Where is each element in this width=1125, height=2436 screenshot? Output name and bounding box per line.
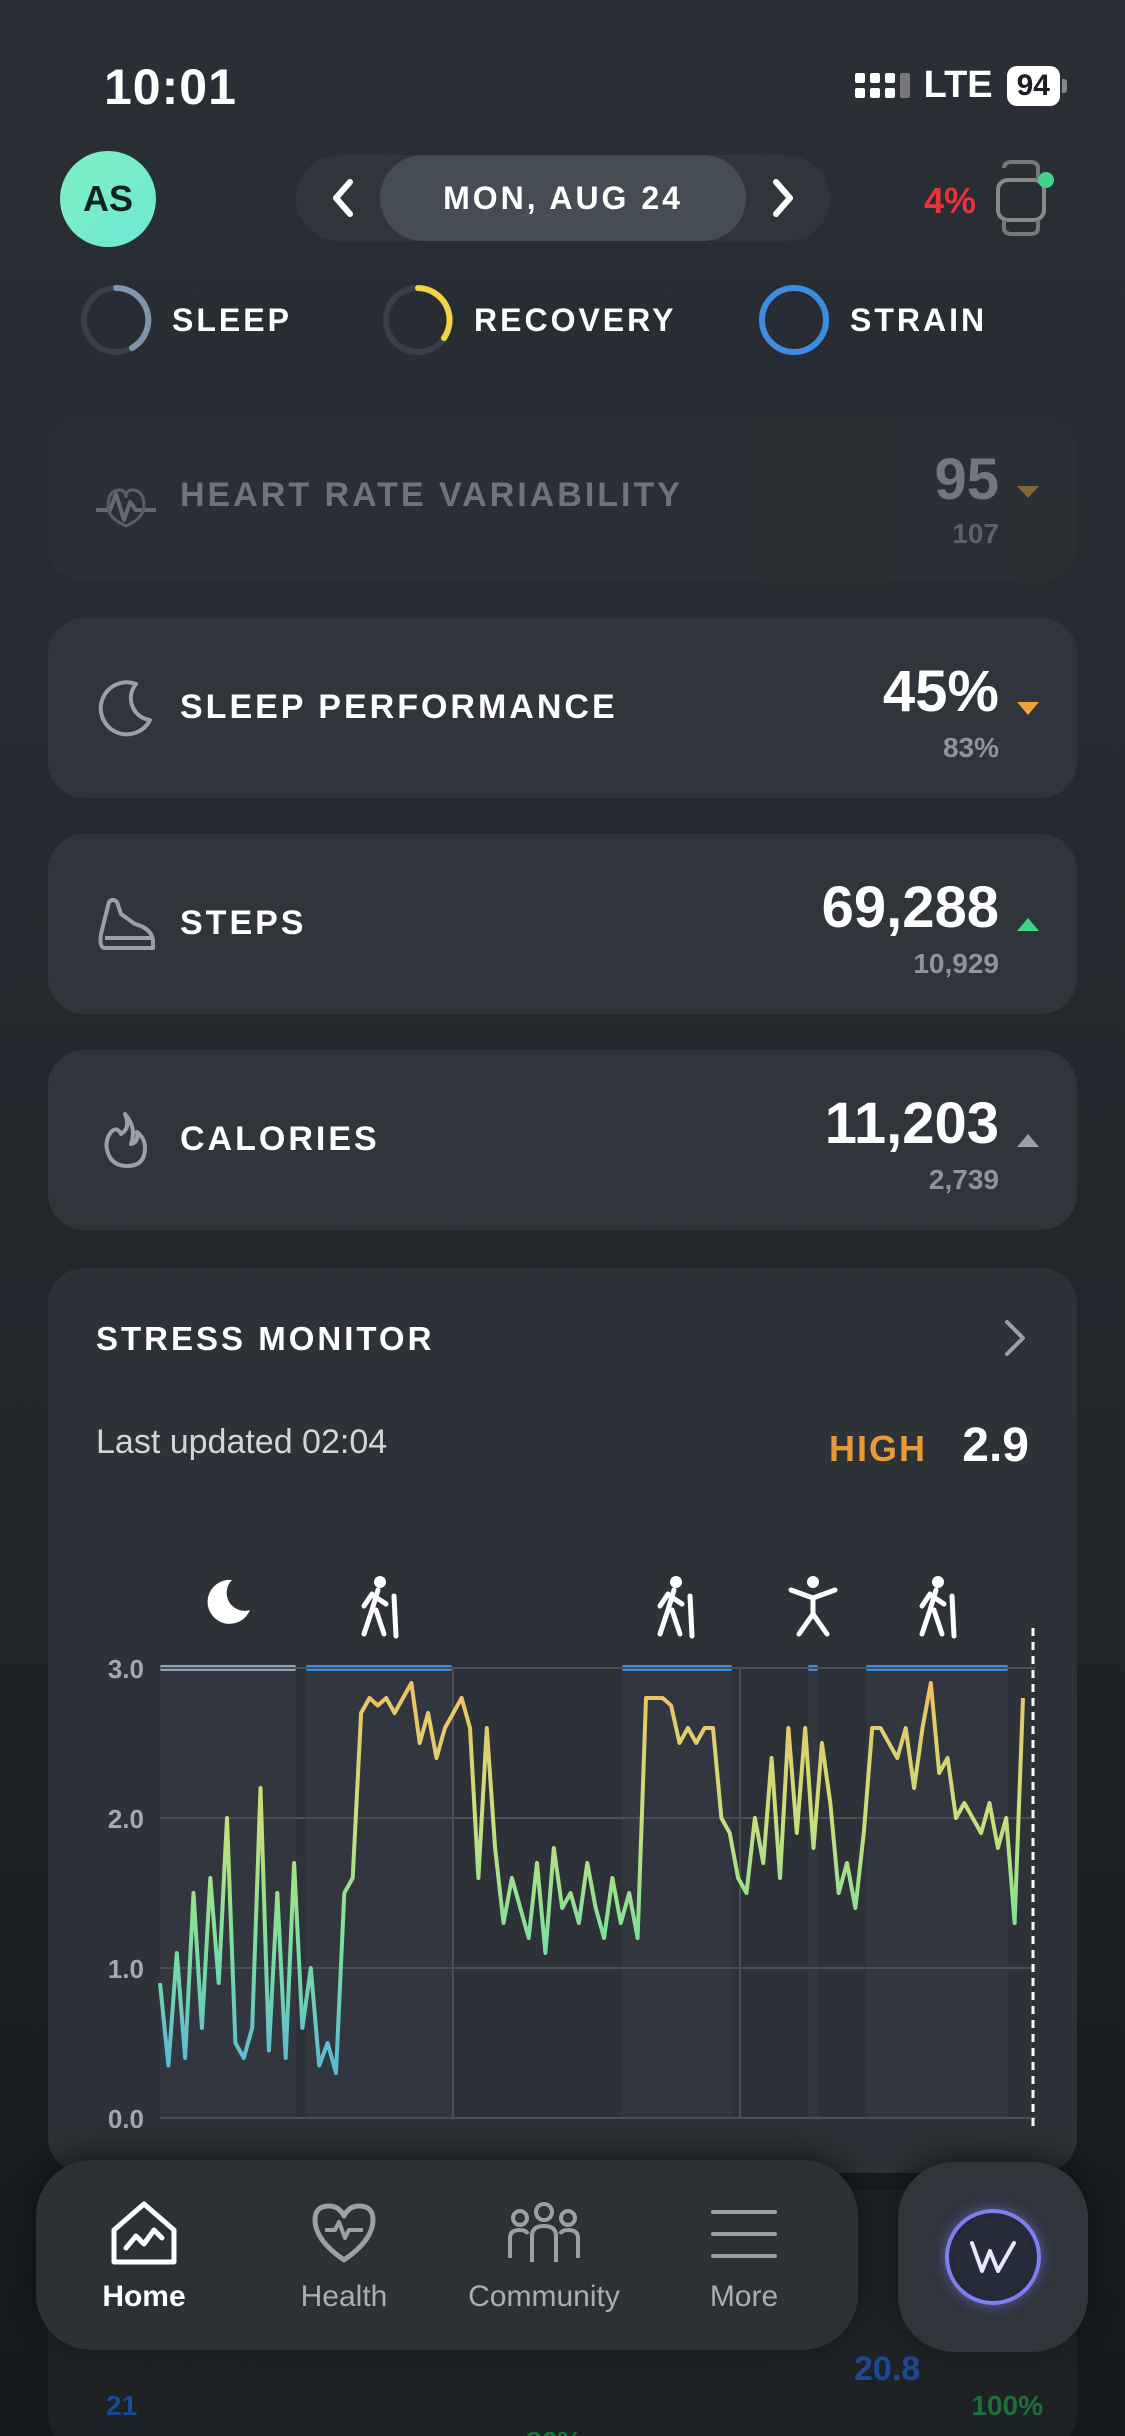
metric-value: 45% bbox=[882, 659, 999, 724]
score-tabs: SLEEP RECOVERY STRAIN bbox=[80, 284, 1040, 356]
nav-label: Home bbox=[102, 2280, 186, 2313]
bottom-nav: Home Health Community More bbox=[36, 2160, 858, 2350]
current-date[interactable]: MON, AUG 24 bbox=[380, 155, 746, 241]
nav-more[interactable]: More bbox=[654, 2200, 834, 2314]
stress-score: 2.9 bbox=[962, 1419, 1029, 1472]
tab-label: SLEEP bbox=[172, 301, 292, 338]
sleep-ring-icon bbox=[81, 284, 152, 355]
hiking-icon bbox=[361, 1576, 399, 1639]
stress-updated: Last updated 02:04 bbox=[96, 1423, 388, 1461]
metric-card-calories[interactable]: CALORIES 11,203 2,739 bbox=[48, 1050, 1077, 1230]
stress-title: STRESS MONITOR bbox=[96, 1320, 435, 1357]
community-icon bbox=[508, 2202, 580, 2262]
tab-recovery[interactable]: RECOVERY bbox=[382, 284, 676, 356]
chevron-left-icon bbox=[333, 179, 353, 217]
wearable-device-icon[interactable] bbox=[990, 160, 1056, 236]
tab-strain[interactable]: STRAIN bbox=[758, 284, 987, 356]
trend-down-icon bbox=[1017, 486, 1039, 498]
heartbeat-icon bbox=[92, 472, 160, 540]
home-icon bbox=[111, 2201, 177, 2265]
menu-icon bbox=[711, 2210, 777, 2258]
metric-value: 95 bbox=[934, 447, 999, 512]
metric-value: 69,288 bbox=[821, 875, 999, 940]
trend-down-icon bbox=[1017, 702, 1039, 715]
device-battery: 4% bbox=[924, 180, 977, 221]
metric-label: HEART RATE VARIABILITY bbox=[180, 476, 683, 514]
prev-day-button[interactable] bbox=[318, 173, 368, 223]
exercise-body bbox=[788, 1587, 838, 1637]
date-selector: MON, AUG 24 bbox=[296, 155, 830, 241]
nav-label: Community bbox=[468, 2280, 620, 2313]
tab-label: RECOVERY bbox=[474, 301, 677, 338]
exercise-head bbox=[807, 1576, 819, 1588]
nav-label: More bbox=[709, 2280, 779, 2313]
metric-label: SLEEP PERFORMANCE bbox=[180, 688, 618, 726]
trend-up-icon bbox=[1017, 1134, 1039, 1147]
metric-card-steps[interactable]: STEPS 69,288 10,929 bbox=[48, 834, 1077, 1014]
nav-community[interactable]: Community bbox=[454, 2200, 634, 2314]
activity-block bbox=[808, 1668, 818, 2118]
y-tick-label: 1.0 bbox=[108, 1954, 144, 1984]
hiker-head bbox=[374, 1576, 386, 1588]
peek-bottom-value: 86% bbox=[526, 2426, 582, 2436]
battery-icon: 94 bbox=[1006, 65, 1067, 106]
hiker-head bbox=[932, 1576, 944, 1588]
hiker-head bbox=[670, 1576, 682, 1588]
hiker-body bbox=[361, 1587, 399, 1639]
nav-home[interactable]: Home bbox=[54, 2200, 234, 2314]
hiker-body bbox=[657, 1587, 695, 1639]
hiking-icon bbox=[919, 1576, 957, 1639]
battery-level: 94 bbox=[1006, 65, 1060, 106]
status-time: 10:01 bbox=[104, 59, 237, 115]
status-indicators: LTE 94 bbox=[854, 64, 1067, 107]
metric-card-sleep-performance[interactable]: SLEEP PERFORMANCE 45% 83% bbox=[48, 618, 1077, 798]
peek-left-value: 21 bbox=[106, 2390, 138, 2421]
tab-sleep[interactable]: SLEEP bbox=[80, 284, 292, 356]
network-type: LTE bbox=[923, 64, 993, 106]
avatar[interactable]: AS bbox=[60, 151, 156, 247]
chevron-right-icon[interactable] bbox=[995, 1316, 1035, 1360]
exercise-icon bbox=[788, 1576, 838, 1637]
recovery-ring-icon bbox=[383, 285, 453, 355]
metric-baseline: 83% bbox=[942, 732, 999, 763]
hiker-body bbox=[919, 1587, 957, 1639]
flame-icon bbox=[92, 1106, 160, 1174]
tab-label: STRAIN bbox=[850, 301, 988, 338]
moon-shape bbox=[207, 1579, 250, 1624]
whoop-coach-button[interactable] bbox=[898, 2162, 1088, 2352]
y-tick-label: 3.0 bbox=[108, 1654, 144, 1684]
moon-icon bbox=[92, 674, 160, 742]
signal-icon bbox=[854, 73, 910, 98]
stress-level: HIGH bbox=[829, 1428, 927, 1469]
stress-monitor-card[interactable]: STRESS MONITOR Last updated 02:04 HIGH 2… bbox=[48, 1268, 1077, 2173]
strain-ring-icon bbox=[759, 285, 829, 355]
metric-label: STEPS bbox=[180, 904, 307, 942]
metric-label: CALORIES bbox=[180, 1120, 380, 1158]
y-tick-label: 2.0 bbox=[108, 1804, 144, 1834]
metric-value: 11,203 bbox=[824, 1091, 999, 1156]
whoop-logo-icon bbox=[945, 2209, 1041, 2305]
stress-chart: 3.02.01.00.022:4708:0017:0002:04 bbox=[108, 1576, 1036, 2128]
y-tick-label: 0.0 bbox=[108, 2104, 144, 2128]
nav-health[interactable]: Health bbox=[254, 2200, 434, 2314]
trend-up-icon bbox=[1017, 918, 1039, 931]
chevron-right-icon bbox=[773, 179, 793, 217]
next-day-button[interactable] bbox=[758, 173, 808, 223]
peek-right-value: 100% bbox=[971, 2390, 1043, 2421]
metric-baseline: 2,739 bbox=[928, 1164, 999, 1195]
metric-baseline: 107 bbox=[952, 518, 999, 549]
metric-baseline: 10,929 bbox=[913, 948, 999, 979]
moon-icon bbox=[207, 1579, 250, 1624]
hiking-icon bbox=[657, 1576, 695, 1639]
metric-card-hrv[interactable]: HEART RATE VARIABILITY 95 107 bbox=[48, 418, 1077, 582]
nav-label: Health bbox=[300, 2280, 388, 2313]
peek-center-value: 20.8 bbox=[854, 2350, 921, 2388]
shoe-icon bbox=[92, 890, 160, 958]
heart-icon bbox=[312, 2203, 376, 2263]
